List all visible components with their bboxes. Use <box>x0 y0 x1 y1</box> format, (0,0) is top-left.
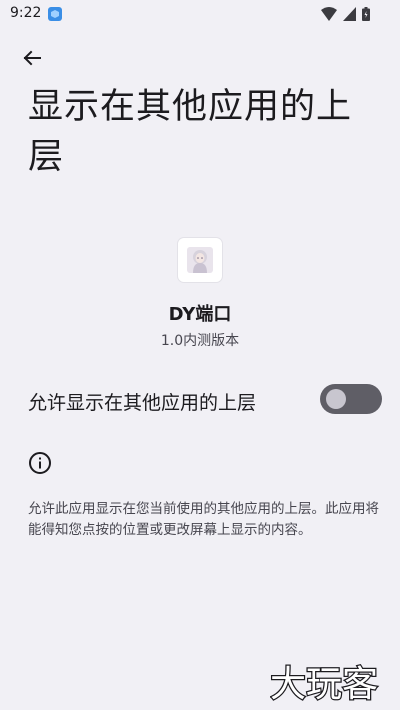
watermark-logo: 大玩客 <box>269 660 390 707</box>
app-notification-icon <box>48 6 62 21</box>
status-bar: 9:22 <box>0 0 400 30</box>
back-button[interactable] <box>16 44 48 76</box>
svg-text:大玩客: 大玩客 <box>270 664 378 704</box>
signal-icon <box>343 6 356 25</box>
battery-icon <box>362 6 370 25</box>
status-icons <box>321 6 370 25</box>
permission-toggle-label: 允许显示在其他应用的上层 <box>28 392 257 414</box>
wifi-icon <box>321 6 337 25</box>
app-name: DY端口 <box>168 304 232 325</box>
app-icon <box>178 238 222 282</box>
info-icon <box>28 451 52 475</box>
toggle-knob <box>326 389 346 409</box>
page-title: 显示在其他应用的上层 <box>28 87 353 177</box>
app-version: 1.0内测版本 <box>160 333 240 349</box>
permission-toggle-switch[interactable] <box>320 384 382 414</box>
permission-toggle-row[interactable]: 允许显示在其他应用的上层 <box>0 374 400 426</box>
info-description: 允许此应用显示在您当前使用的其他应用的上层。此应用将能得知您点按的位置或更改屏幕… <box>28 501 379 538</box>
status-time: 9:22 <box>10 5 42 21</box>
arrow-left-icon <box>22 48 42 72</box>
